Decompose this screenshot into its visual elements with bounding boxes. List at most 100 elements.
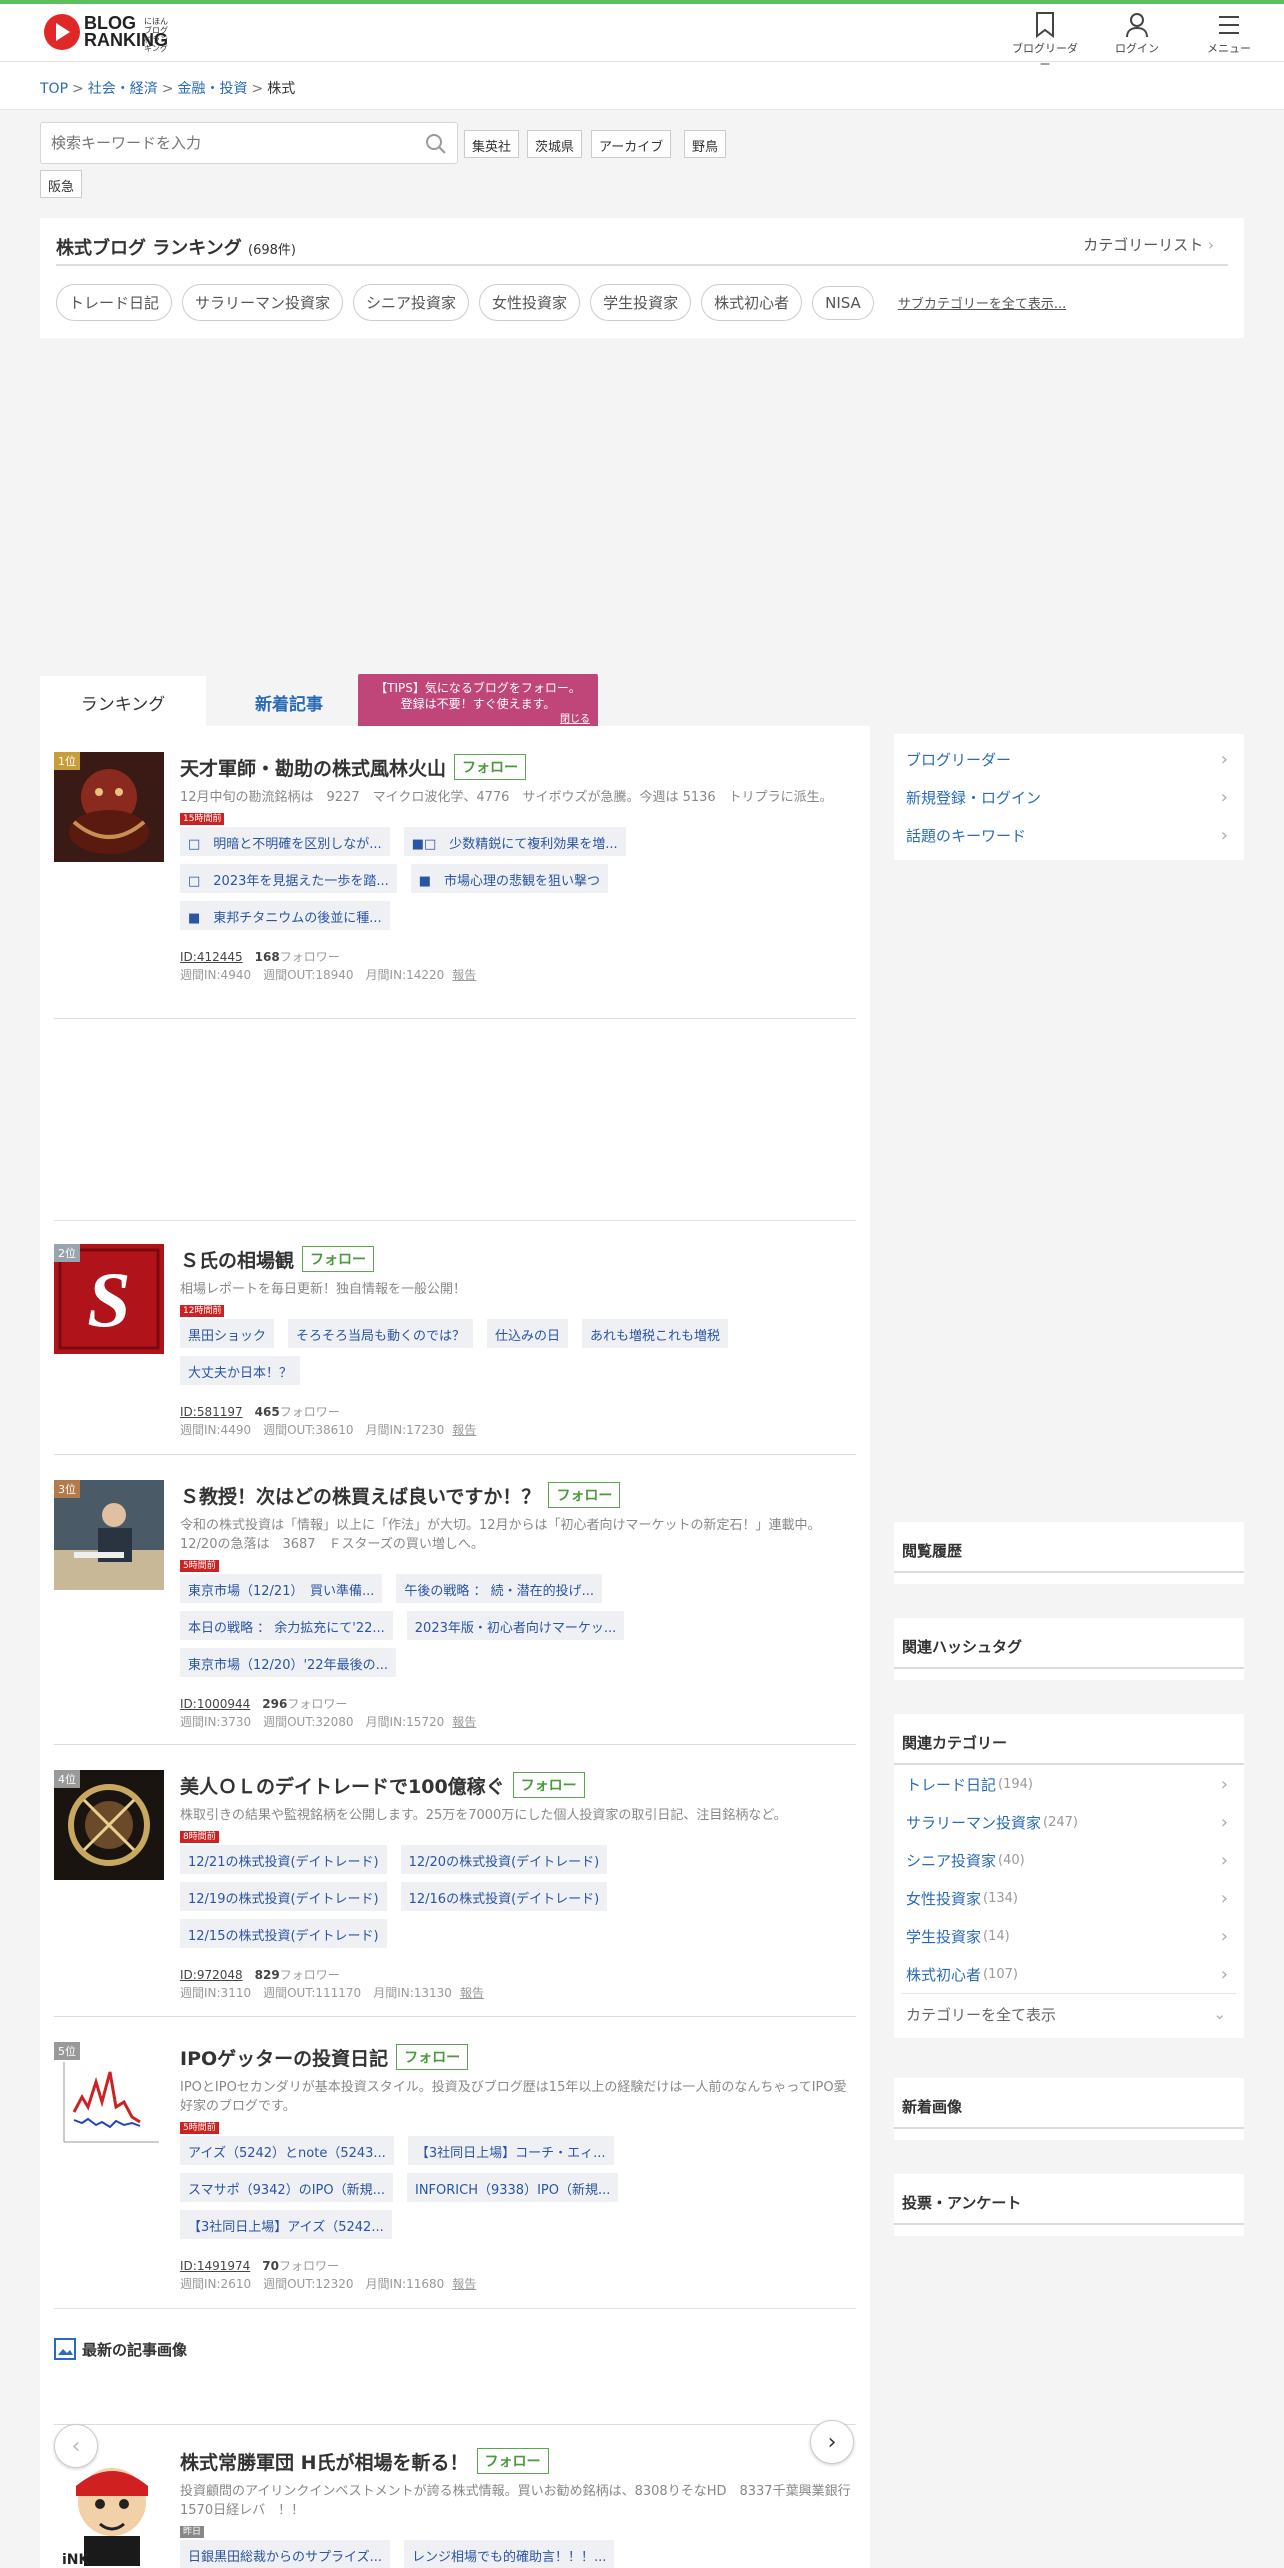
- post-link[interactable]: 大丈夫か日本！？: [180, 1356, 301, 1385]
- subcategory-pill[interactable]: サラリーマン投資家: [182, 284, 344, 321]
- show-all-subcategories-link[interactable]: サブカテゴリーを全て表示...: [898, 293, 1066, 312]
- keyword-chip[interactable]: 阪急: [40, 170, 83, 198]
- post-link[interactable]: 12/21の株式投資(デイトレード): [180, 1845, 387, 1874]
- post-link[interactable]: アイズ（5242）とnote（5243...: [180, 2136, 394, 2165]
- post-link[interactable]: スマサポ（9342）のIPO（新規...: [180, 2173, 393, 2202]
- history-heading: 閲覧履歴: [894, 1522, 1244, 1573]
- blog-title[interactable]: 美人ＯＬのデイトレードで100億稼ぐ: [180, 1772, 505, 1799]
- nav-menu[interactable]: メニュー: [1194, 10, 1264, 72]
- report-link[interactable]: 報告: [452, 1423, 476, 1437]
- breadcrumb-finance[interactable]: 金融・投資: [177, 81, 247, 97]
- post-link[interactable]: 12/19の株式投資(デイトレード): [180, 1882, 387, 1911]
- sidebar-item-blog-reader[interactable]: ブログリーダー: [894, 740, 1244, 778]
- related-category-item[interactable]: シニア投資家 (40): [894, 1841, 1244, 1879]
- nav-login[interactable]: ログイン: [1102, 10, 1172, 72]
- keyword-chip[interactable]: 野鳥: [684, 130, 727, 158]
- blog-thumbnail[interactable]: 2位 S: [54, 1244, 164, 1354]
- post-link[interactable]: レンジ相場でも的確助言！！！...: [404, 2540, 615, 2568]
- post-link[interactable]: 12/20の株式投資(デイトレード): [400, 1845, 608, 1874]
- post-link[interactable]: そろそろ当局も動くのでは？: [288, 1319, 474, 1348]
- post-link[interactable]: □ 明暗と不明確を区別しなが...: [180, 827, 390, 856]
- sidebar-votes: 投票・アンケート: [894, 2174, 1244, 2236]
- blog-thumbnail[interactable]: 1位: [54, 752, 164, 862]
- post-link[interactable]: あれも増税これも増税: [582, 1319, 729, 1348]
- follow-button[interactable]: フォロー: [302, 1246, 375, 1272]
- report-link[interactable]: 報告: [452, 1715, 476, 1729]
- follower-count: 296: [262, 1697, 288, 1711]
- keyword-chip[interactable]: 集英社: [464, 130, 520, 158]
- blog-id-link[interactable]: ID:1000944: [180, 1697, 250, 1711]
- subcategory-pill[interactable]: トレード日記: [56, 284, 173, 321]
- blog-title[interactable]: IPOゲッターの投資日記: [180, 2044, 388, 2071]
- report-link[interactable]: 報告: [460, 1986, 484, 2000]
- follow-button[interactable]: フォロー: [512, 1772, 585, 1798]
- post-link[interactable]: □ 2023年を見据えた一歩を踏...: [180, 864, 397, 893]
- post-link[interactable]: 東京市場（12/20）'22年最後の...: [180, 1648, 396, 1677]
- post-list: 東京市場（12/21） 買い準備... 午後の戦略 ： 続・潜在的投げ... 本…: [180, 1574, 800, 1677]
- post-link[interactable]: 午後の戦略 ： 続・潜在的投げ...: [396, 1574, 603, 1603]
- related-category-item[interactable]: 株式初心者 (107): [894, 1955, 1244, 1993]
- sidebar-item-trending-keywords[interactable]: 話題のキーワード: [894, 816, 1244, 854]
- blog-title[interactable]: 株式常勝軍団 H氏が相場を斬る！: [180, 2448, 469, 2475]
- post-link[interactable]: 【3社同日上場】アイズ（5242...: [180, 2210, 392, 2239]
- search-icon[interactable]: [425, 133, 447, 159]
- report-link[interactable]: 報告: [452, 968, 476, 982]
- blog-title[interactable]: Ｓ教授！次はどの株買えば良いですか！？: [180, 1482, 540, 1509]
- search-input[interactable]: [41, 123, 401, 163]
- post-link[interactable]: 本日の戦略 ： 余力拡充にて'22...: [180, 1611, 393, 1640]
- subcategory-pill[interactable]: 女性投資家: [479, 284, 581, 321]
- blog-id-link[interactable]: ID:581197: [180, 1405, 243, 1419]
- tab-new-posts[interactable]: 新着記事: [206, 676, 372, 726]
- sidebar-item-register-login[interactable]: 新規登録・ログイン: [894, 778, 1244, 816]
- follow-button[interactable]: フォロー: [548, 1482, 621, 1508]
- post-link[interactable]: 12/15の株式投資(デイトレード): [180, 1919, 387, 1948]
- post-link[interactable]: 【3社同日上場】コーチ・エィ...: [407, 2136, 614, 2165]
- post-link[interactable]: 2023年版・初心者向けマーケッ...: [406, 1611, 625, 1640]
- breadcrumb-society[interactable]: 社会・経済: [88, 81, 158, 97]
- svg-text:S: S: [87, 1256, 130, 1343]
- related-category-item[interactable]: 学生投資家 (14): [894, 1917, 1244, 1955]
- post-link[interactable]: 12/16の株式投資(デイトレード): [400, 1882, 608, 1911]
- post-link[interactable]: 仕込みの日: [487, 1319, 569, 1348]
- carousel-next-button[interactable]: ›: [810, 2420, 854, 2464]
- traffic-stats: 週間IN:3730 週間OUT:32080 月間IN:15720: [180, 1715, 445, 1729]
- blog-description: IPOとIPOセカンダリが基本投資スタイル。投資及びブログ歴は15年以上の経験だ…: [180, 2080, 847, 2114]
- blog-id-link[interactable]: ID:1491974: [180, 2259, 250, 2273]
- post-link[interactable]: ■ 市場心理の悲観を狙い撃つ: [410, 864, 609, 893]
- blog-id-link[interactable]: ID:972048: [180, 1968, 243, 1982]
- breadcrumb-top[interactable]: TOP: [40, 81, 68, 97]
- related-category-item[interactable]: 女性投資家 (134): [894, 1879, 1244, 1917]
- nav-menu-label: メニュー: [1207, 42, 1251, 55]
- related-category-item[interactable]: トレード日記 (194): [894, 1765, 1244, 1803]
- blog-ranking-logo[interactable]: BLOG RANKING にほんブログ村ランキング: [44, 14, 168, 53]
- category-list-link[interactable]: カテゴリーリスト ›: [1083, 234, 1214, 255]
- post-link[interactable]: 黒田ショック: [180, 1319, 275, 1348]
- blog-title[interactable]: Ｓ氏の相場観: [180, 1246, 294, 1273]
- blog-title[interactable]: 天才軍師・勘助の株式風林火山: [180, 754, 446, 781]
- related-category-item[interactable]: サラリーマン投資家 (247): [894, 1803, 1244, 1841]
- post-link[interactable]: 東京市場（12/21） 買い準備...: [180, 1574, 383, 1603]
- post-link[interactable]: ■□ 少数精鋭にて複利効果を増...: [403, 827, 626, 856]
- keyword-chip[interactable]: アーカイブ: [591, 130, 672, 158]
- nav-blog-reader[interactable]: ブログリーダー: [1010, 10, 1080, 72]
- follow-button[interactable]: フォロー: [476, 2448, 549, 2474]
- subcategory-pill[interactable]: シニア投資家: [353, 284, 470, 321]
- post-link[interactable]: ■ 東邦チタニウムの後並に種...: [180, 901, 390, 930]
- blog-thumbnail[interactable]: 5位: [54, 2042, 164, 2152]
- post-link[interactable]: INFORICH（9338）IPO（新規...: [407, 2173, 619, 2202]
- blog-id-link[interactable]: ID:412445: [180, 950, 243, 964]
- blog-thumbnail[interactable]: 3位: [54, 1480, 164, 1590]
- tab-ranking[interactable]: ランキング: [40, 676, 206, 726]
- subcategory-pill[interactable]: 学生投資家: [590, 284, 692, 321]
- report-link[interactable]: 報告: [452, 2277, 476, 2291]
- keyword-chip[interactable]: 茨城県: [527, 130, 583, 158]
- post-link[interactable]: 日銀黒田総裁からのサプライズ...: [180, 2540, 391, 2568]
- subcategory-pill[interactable]: 株式初心者: [701, 284, 803, 321]
- blog-thumbnail[interactable]: 4位: [54, 1770, 164, 1880]
- subcategory-pill[interactable]: NISA: [812, 285, 874, 320]
- rank-badge: 1位: [54, 752, 80, 770]
- carousel-prev-button[interactable]: ‹: [54, 2424, 98, 2468]
- follow-button[interactable]: フォロー: [454, 754, 527, 780]
- follow-button[interactable]: フォロー: [396, 2044, 469, 2070]
- show-all-categories-button[interactable]: カテゴリーを全て表示: [894, 1994, 1244, 2034]
